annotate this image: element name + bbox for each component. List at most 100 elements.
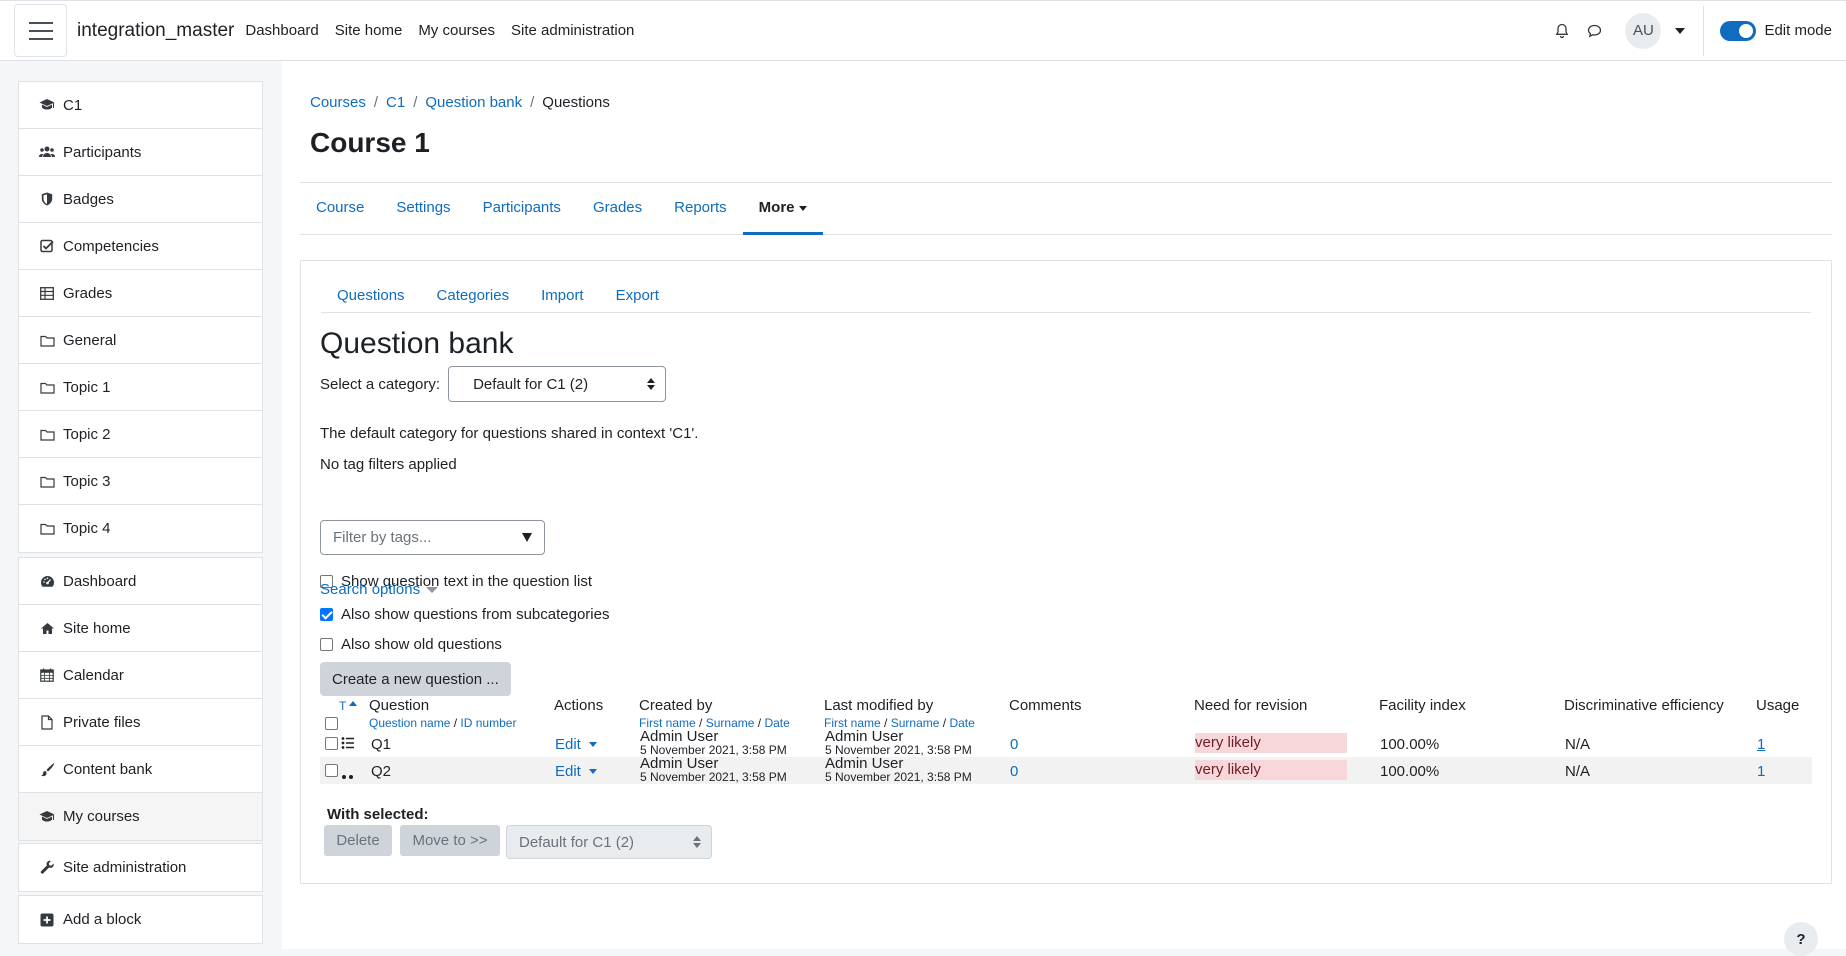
- drawer-item-site-administration[interactable]: Site administration: [19, 844, 262, 891]
- tag-filter-input[interactable]: Filter by tags...: [320, 520, 545, 555]
- create-new-question-button[interactable]: Create a new question ...: [320, 662, 511, 696]
- tertiary-tab-questions[interactable]: Questions: [321, 277, 421, 312]
- tab-grades[interactable]: Grades: [577, 183, 658, 235]
- menu-toggle-button[interactable]: [14, 4, 67, 57]
- drawer-item-private-files[interactable]: Private files: [19, 699, 262, 746]
- tag-filter-placeholder: Filter by tags...: [333, 529, 432, 546]
- breadcrumb-c1[interactable]: C1: [386, 94, 405, 111]
- user-avatar[interactable]: AU: [1625, 12, 1662, 49]
- drawer-item-topic-3[interactable]: Topic 3: [19, 458, 262, 505]
- edit-mode-toggle[interactable]: [1720, 20, 1757, 41]
- chevron-down-icon: [588, 769, 597, 774]
- delete-button[interactable]: Delete: [324, 825, 392, 856]
- row-select-checkbox[interactable]: [325, 737, 338, 750]
- drawer-item-topic-2[interactable]: Topic 2: [19, 411, 262, 458]
- created-by-cell: Admin User 5 November 2021, 3:58 PM: [640, 755, 787, 784]
- drawer-item-grades[interactable]: Grades: [19, 270, 262, 317]
- edit-menu-button[interactable]: Edit: [555, 736, 597, 753]
- category-select[interactable]: Default for C1 (2): [448, 366, 667, 402]
- drawer-item-c1[interactable]: C1: [19, 82, 262, 129]
- drawer-item-badges[interactable]: Badges: [19, 176, 262, 223]
- drawer-item-label: Topic 4: [63, 520, 111, 537]
- site-name[interactable]: integration_master: [77, 20, 234, 42]
- nav-dashboard[interactable]: Dashboard: [245, 22, 318, 39]
- folder-icon: [39, 426, 55, 442]
- discriminative-efficiency-value: N/A: [1565, 736, 1591, 753]
- drawer-item-dashboard[interactable]: Dashboard: [19, 558, 262, 605]
- breadcrumb-separator: /: [530, 94, 535, 111]
- drawer-item-topic-4[interactable]: Topic 4: [19, 505, 262, 552]
- old-questions-label: Also show old questions: [341, 636, 502, 653]
- users-icon: [39, 144, 55, 160]
- breadcrumb-question-bank[interactable]: Question bank: [425, 94, 522, 111]
- dropdown-triangle-icon: [522, 533, 532, 542]
- site-navigation-block: Dashboard Site home Calendar Private fil…: [18, 557, 263, 841]
- tab-course[interactable]: Course: [300, 183, 380, 235]
- nav-my-courses[interactable]: My courses: [418, 22, 495, 39]
- usage-link[interactable]: 1: [1757, 736, 1765, 753]
- select-all-checkbox[interactable]: [325, 717, 338, 730]
- created-by-name: Admin User: [640, 755, 719, 772]
- tab-reports[interactable]: Reports: [658, 183, 743, 235]
- drawer-item-my-courses[interactable]: My courses: [19, 793, 262, 840]
- chevron-down-icon: [426, 586, 439, 593]
- breadcrumb-courses[interactable]: Courses: [310, 94, 366, 111]
- drawer-item-competencies[interactable]: Competencies: [19, 223, 262, 270]
- graduation-cap-icon: [39, 809, 55, 825]
- drawer-item-calendar[interactable]: Calendar: [19, 652, 262, 699]
- drawer-item-participants[interactable]: Participants: [19, 129, 262, 176]
- add-a-block-button[interactable]: Add a block: [19, 896, 262, 943]
- drawer-item-content-bank[interactable]: Content bank: [19, 746, 262, 793]
- tertiary-tab-categories[interactable]: Categories: [421, 277, 526, 312]
- add-block-block: Add a block: [18, 895, 263, 944]
- edit-label: Edit: [555, 763, 581, 780]
- folder-icon: [39, 521, 55, 537]
- drawer-item-site-home[interactable]: Site home: [19, 605, 262, 652]
- subcategories-checkbox[interactable]: [320, 608, 333, 621]
- drawer-item-topic-1[interactable]: Topic 1: [19, 364, 262, 411]
- folder-icon: [39, 473, 55, 489]
- sort-modified-date[interactable]: Date: [949, 716, 974, 730]
- tab-more[interactable]: More: [742, 183, 823, 235]
- messages-chat-icon[interactable]: [1583, 20, 1605, 42]
- help-button[interactable]: ?: [1784, 922, 1818, 956]
- user-menu-chevron-down-icon[interactable]: [1675, 27, 1686, 34]
- sort-by-type-link[interactable]: T: [339, 699, 358, 713]
- header-usage: Usage: [1756, 697, 1800, 714]
- modified-date: 5 November 2021, 3:58 PM: [825, 770, 972, 784]
- sort-created-date[interactable]: Date: [764, 716, 789, 730]
- move-to-button[interactable]: Move to >>: [400, 825, 500, 856]
- row-select-checkbox[interactable]: [325, 764, 338, 777]
- tertiary-tab-import[interactable]: Import: [525, 277, 600, 312]
- main-region: Courses / C1 / Question bank / Questions…: [282, 61, 1846, 956]
- usage-link[interactable]: 1: [1757, 763, 1765, 780]
- navbar-right: AU Edit mode: [1551, 1, 1846, 60]
- drawer-item-general[interactable]: General: [19, 317, 262, 364]
- search-options-toggle[interactable]: Search options: [320, 581, 439, 598]
- notifications-bell-icon[interactable]: [1551, 20, 1573, 42]
- brush-icon: [39, 761, 55, 777]
- sort-id-number[interactable]: ID number: [460, 716, 516, 730]
- header-created-by: Created by First name / Surname / Date: [639, 697, 790, 730]
- hamburger-icon: [28, 21, 53, 24]
- tertiary-tab-export[interactable]: Export: [600, 277, 675, 312]
- edit-menu-button[interactable]: Edit: [555, 763, 597, 780]
- chevron-down-icon: [588, 742, 597, 747]
- old-questions-checkbox[interactable]: [320, 638, 333, 651]
- header-need-for-revision: Need for revision: [1194, 697, 1308, 714]
- nav-site-administration[interactable]: Site administration: [511, 22, 634, 39]
- question-name: Q1: [371, 736, 392, 753]
- move-target-select[interactable]: Default for C1 (2): [506, 825, 712, 859]
- comments-link[interactable]: 0: [1010, 736, 1018, 753]
- comments-link[interactable]: 0: [1010, 763, 1018, 780]
- created-by-name: Admin User: [640, 728, 719, 745]
- subcategories-option: Also show questions from subcategories: [320, 606, 609, 623]
- drawer-item-label: Add a block: [63, 911, 142, 928]
- nav-site-home[interactable]: Site home: [335, 22, 403, 39]
- subcategories-label: Also show questions from subcategories: [341, 606, 610, 623]
- multichoice-icon: [341, 736, 355, 754]
- tab-settings[interactable]: Settings: [380, 183, 466, 235]
- tab-participants[interactable]: Participants: [467, 183, 577, 235]
- sort-question-name[interactable]: Question name: [369, 716, 450, 730]
- plus-square-icon: [39, 912, 55, 928]
